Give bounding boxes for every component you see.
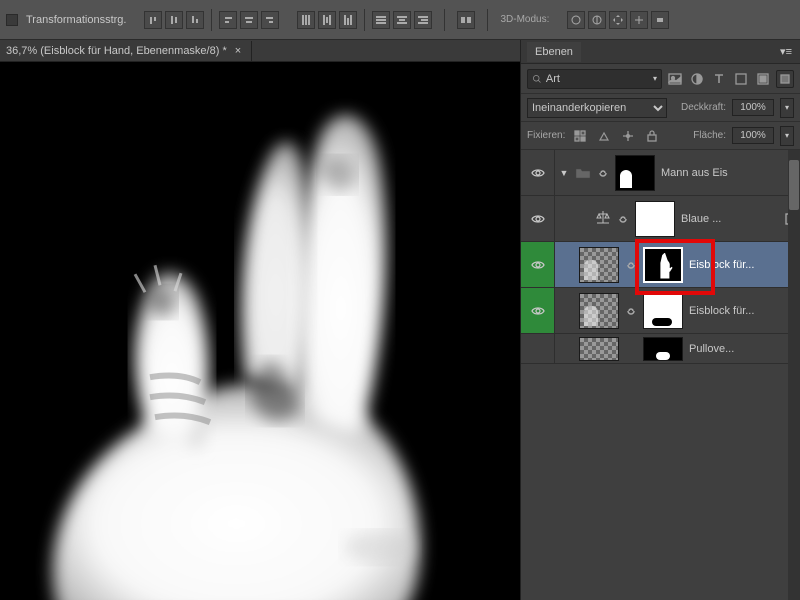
layer-name[interactable]: Pullove... [689, 343, 800, 355]
mode3d-label: 3D-Modus: [500, 14, 549, 25]
layers-scrollbar[interactable] [788, 150, 800, 600]
lock-all-icon[interactable] [643, 127, 661, 145]
link-icon [625, 306, 637, 316]
tab-layers[interactable]: Ebenen [527, 42, 581, 62]
layers-panel-tabs: Ebenen ▾≡ [521, 40, 800, 64]
layer-thumbnail[interactable] [579, 293, 619, 329]
link-icon [597, 168, 609, 178]
layer-row-group[interactable]: ▼ Mann aus Eis [521, 150, 800, 196]
distribute-vcenter-icon[interactable] [318, 11, 336, 29]
close-tab-icon[interactable]: × [235, 45, 241, 57]
mask-thumbnail-active[interactable] [643, 247, 683, 283]
eye-icon [531, 260, 545, 270]
distribute-group [297, 9, 432, 31]
opacity-value[interactable]: 100% [732, 99, 774, 116]
visibility-toggle[interactable] [521, 196, 555, 241]
filter-toggle[interactable] [776, 70, 794, 88]
align-vcenter-icon[interactable] [165, 11, 183, 29]
transform-controls-checkbox[interactable] [6, 14, 18, 26]
lock-image-icon[interactable] [595, 127, 613, 145]
adjustment-balance-icon [595, 210, 611, 227]
artwork-hand-mask [0, 77, 520, 600]
mask-thumbnail[interactable] [643, 293, 683, 329]
filter-smart-icon[interactable] [754, 70, 772, 88]
visibility-toggle[interactable] [521, 150, 555, 195]
opacity-dropdown-icon[interactable]: ▾ [780, 98, 794, 118]
orbit-3d-icon[interactable] [567, 11, 585, 29]
lock-label: Fixieren: [527, 130, 565, 141]
layer-filter-search[interactable]: ▾ [527, 69, 662, 89]
lock-fill-row: Fixieren: Fläche: 100% ▾ [521, 122, 800, 150]
scale-3d-icon[interactable] [651, 11, 669, 29]
blend-mode-select[interactable]: Ineinanderkopieren [527, 98, 667, 118]
roll-3d-icon[interactable] [588, 11, 606, 29]
layer-thumbnail[interactable] [579, 337, 619, 361]
layer-row-selected[interactable]: Eisblock für... [521, 242, 800, 288]
eye-icon [531, 214, 545, 224]
mask-thumbnail[interactable] [635, 201, 675, 237]
group-mask-thumbnail[interactable] [615, 155, 655, 191]
layer-row[interactable]: Eisblock für... [521, 288, 800, 334]
lock-position-icon[interactable] [619, 127, 637, 145]
folder-icon [575, 167, 591, 179]
filter-shape-icon[interactable] [732, 70, 750, 88]
mask-thumbnail[interactable] [643, 337, 683, 361]
search-icon [532, 73, 542, 85]
document-tab-title: 36,7% (Eisblock für Hand, Ebenenmaske/8)… [6, 45, 227, 57]
align-top-icon[interactable] [144, 11, 162, 29]
lock-transparent-icon[interactable] [571, 127, 589, 145]
layers-list: ▼ Mann aus Eis Blaue ... [521, 150, 800, 600]
link-icon [617, 214, 629, 224]
panel-menu-icon[interactable]: ▾≡ [772, 45, 800, 58]
align-hcenter-icon[interactable] [240, 11, 258, 29]
layer-row[interactable]: Blaue ... [521, 196, 800, 242]
transform-controls-label: Transformationsstrg. [26, 14, 126, 26]
disclosure-triangle-icon[interactable]: ▼ [559, 168, 569, 178]
eye-icon [531, 306, 545, 316]
layer-thumbnail[interactable] [579, 247, 619, 283]
visibility-toggle[interactable] [521, 334, 555, 363]
auto-align-icon[interactable] [457, 11, 475, 29]
hand-cursor-icon [663, 261, 677, 275]
slide-3d-icon[interactable] [630, 11, 648, 29]
blend-opacity-row: Ineinanderkopieren Deckkraft: 100% ▾ [521, 94, 800, 122]
fill-label: Fläche: [693, 130, 726, 141]
layer-name[interactable]: Blaue ... [681, 213, 776, 225]
canvas[interactable] [0, 62, 520, 600]
filter-text-icon[interactable] [710, 70, 728, 88]
fill-dropdown-icon[interactable]: ▾ [780, 126, 794, 146]
align-left-icon[interactable] [219, 11, 237, 29]
options-bar: Transformationsstrg. 3D-Modus: [0, 0, 800, 40]
canvas-area [0, 62, 520, 600]
layer-name[interactable]: Mann aus Eis [661, 167, 800, 179]
align-group [144, 9, 279, 31]
document-tab[interactable]: 36,7% (Eisblock für Hand, Ebenenmaske/8)… [0, 41, 252, 61]
fill-value[interactable]: 100% [732, 127, 774, 144]
eye-icon [531, 168, 545, 178]
distribute-bottom-icon[interactable] [339, 11, 357, 29]
filter-adjustment-icon[interactable] [688, 70, 706, 88]
filter-image-icon[interactable] [666, 70, 684, 88]
layer-filter-input[interactable] [546, 73, 649, 85]
visibility-toggle[interactable] [521, 242, 555, 287]
distribute-right-icon[interactable] [414, 11, 432, 29]
align-bottom-icon[interactable] [186, 11, 204, 29]
visibility-toggle[interactable] [521, 288, 555, 333]
distribute-left-icon[interactable] [372, 11, 390, 29]
link-icon [625, 260, 637, 270]
align-right-icon[interactable] [261, 11, 279, 29]
distribute-top-icon[interactable] [297, 11, 315, 29]
opacity-label: Deckkraft: [681, 102, 726, 113]
pan-3d-icon[interactable] [609, 11, 627, 29]
layers-filter-row: ▾ [521, 64, 800, 94]
panels-area: Ebenen ▾≡ ▾ Ineinanderkopieren Deckkraft… [520, 40, 800, 600]
distribute-hcenter-icon[interactable] [393, 11, 411, 29]
layer-name[interactable]: Eisblock für... [689, 259, 800, 271]
mode3d-group [567, 11, 669, 29]
layer-name[interactable]: Eisblock für... [689, 305, 800, 317]
layer-row[interactable]: Pullove... [521, 334, 800, 364]
